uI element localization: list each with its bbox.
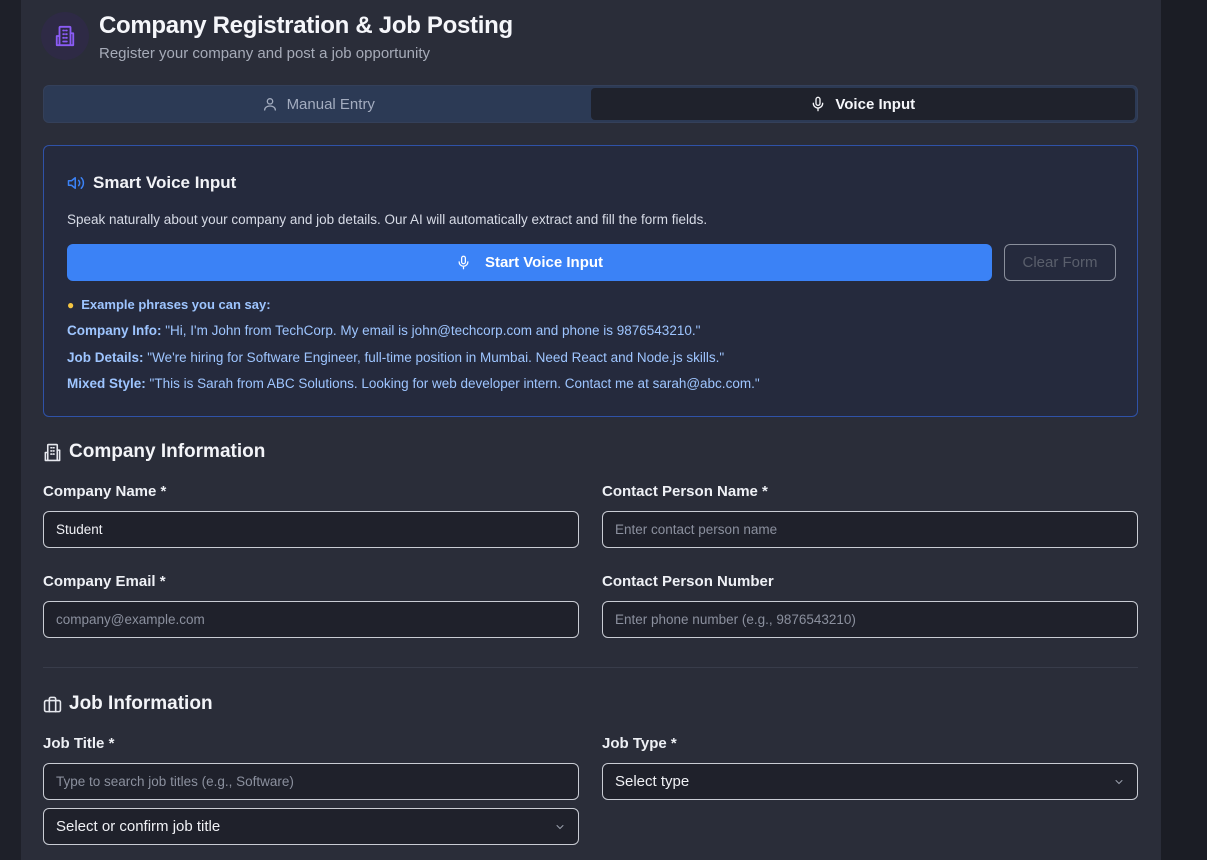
page-title: Company Registration & Job Posting <box>99 12 513 39</box>
job-title-search-input[interactable]: Type to search job titles (e.g., Softwar… <box>43 763 579 800</box>
chevron-down-icon <box>556 824 564 829</box>
job-title-select[interactable]: Select or confirm job title <box>43 808 579 845</box>
user-icon <box>263 98 276 111</box>
company-email-input[interactable]: company@example.com <box>43 601 579 638</box>
contact-person-number-input[interactable]: Enter phone number (e.g., 9876543210) <box>602 601 1138 638</box>
clear-form-button[interactable]: Clear Form <box>1004 244 1116 281</box>
page-subtitle: Register your company and post a job opp… <box>99 45 431 62</box>
contact-person-number-label: Contact Person Number <box>602 573 774 590</box>
job-type-select[interactable]: Select type <box>602 763 1138 800</box>
tab-voice-input[interactable]: Voice Input <box>590 88 1135 120</box>
job-information-heading: Job Information <box>43 693 213 715</box>
examples-heading: ● Example phrases you can say: <box>67 297 271 312</box>
building-icon <box>41 12 89 60</box>
form-panel: Company Registration & Job Posting Regis… <box>21 0 1161 860</box>
building-icon <box>44 443 61 461</box>
page-background-right <box>1161 0 1207 860</box>
voice-card-title: Smart Voice Input <box>67 173 236 193</box>
tab-manual-entry[interactable]: Manual Entry <box>46 88 591 120</box>
company-information-heading: Company Information <box>43 441 265 463</box>
tab-label: Manual Entry <box>286 95 375 113</box>
example-line: Company Info: "Hi, I'm John from TechCor… <box>67 323 701 338</box>
company-name-label: Company Name * <box>43 483 167 500</box>
briefcase-icon <box>43 696 62 712</box>
contact-person-name-input[interactable]: Enter contact person name <box>602 511 1138 548</box>
tab-label: Voice Input <box>835 95 916 113</box>
chevron-down-icon <box>1115 779 1123 784</box>
speaker-icon <box>67 177 85 189</box>
company-email-label: Company Email * <box>43 573 166 590</box>
job-type-label: Job Type * <box>602 735 677 752</box>
page-header: Company Registration & Job Posting Regis… <box>41 10 513 62</box>
section-divider <box>43 667 1138 668</box>
contact-person-name-label: Contact Person Name * <box>602 483 768 500</box>
example-line: Mixed Style: "This is Sarah from ABC Sol… <box>67 376 760 391</box>
entry-mode-tabs: Manual Entry Voice Input <box>43 85 1138 123</box>
voice-description: Speak naturally about your company and j… <box>67 212 708 227</box>
lightbulb-icon: ● <box>67 297 75 312</box>
company-name-input[interactable]: Student <box>43 511 579 548</box>
mic-icon <box>458 255 469 270</box>
job-title-label: Job Title * <box>43 735 115 752</box>
start-voice-input-button[interactable]: Start Voice Input <box>67 244 992 281</box>
mic-icon <box>813 96 824 112</box>
example-line: Job Details: "We're hiring for Software … <box>67 350 725 365</box>
voice-input-card: Smart Voice Input Speak naturally about … <box>43 145 1138 417</box>
